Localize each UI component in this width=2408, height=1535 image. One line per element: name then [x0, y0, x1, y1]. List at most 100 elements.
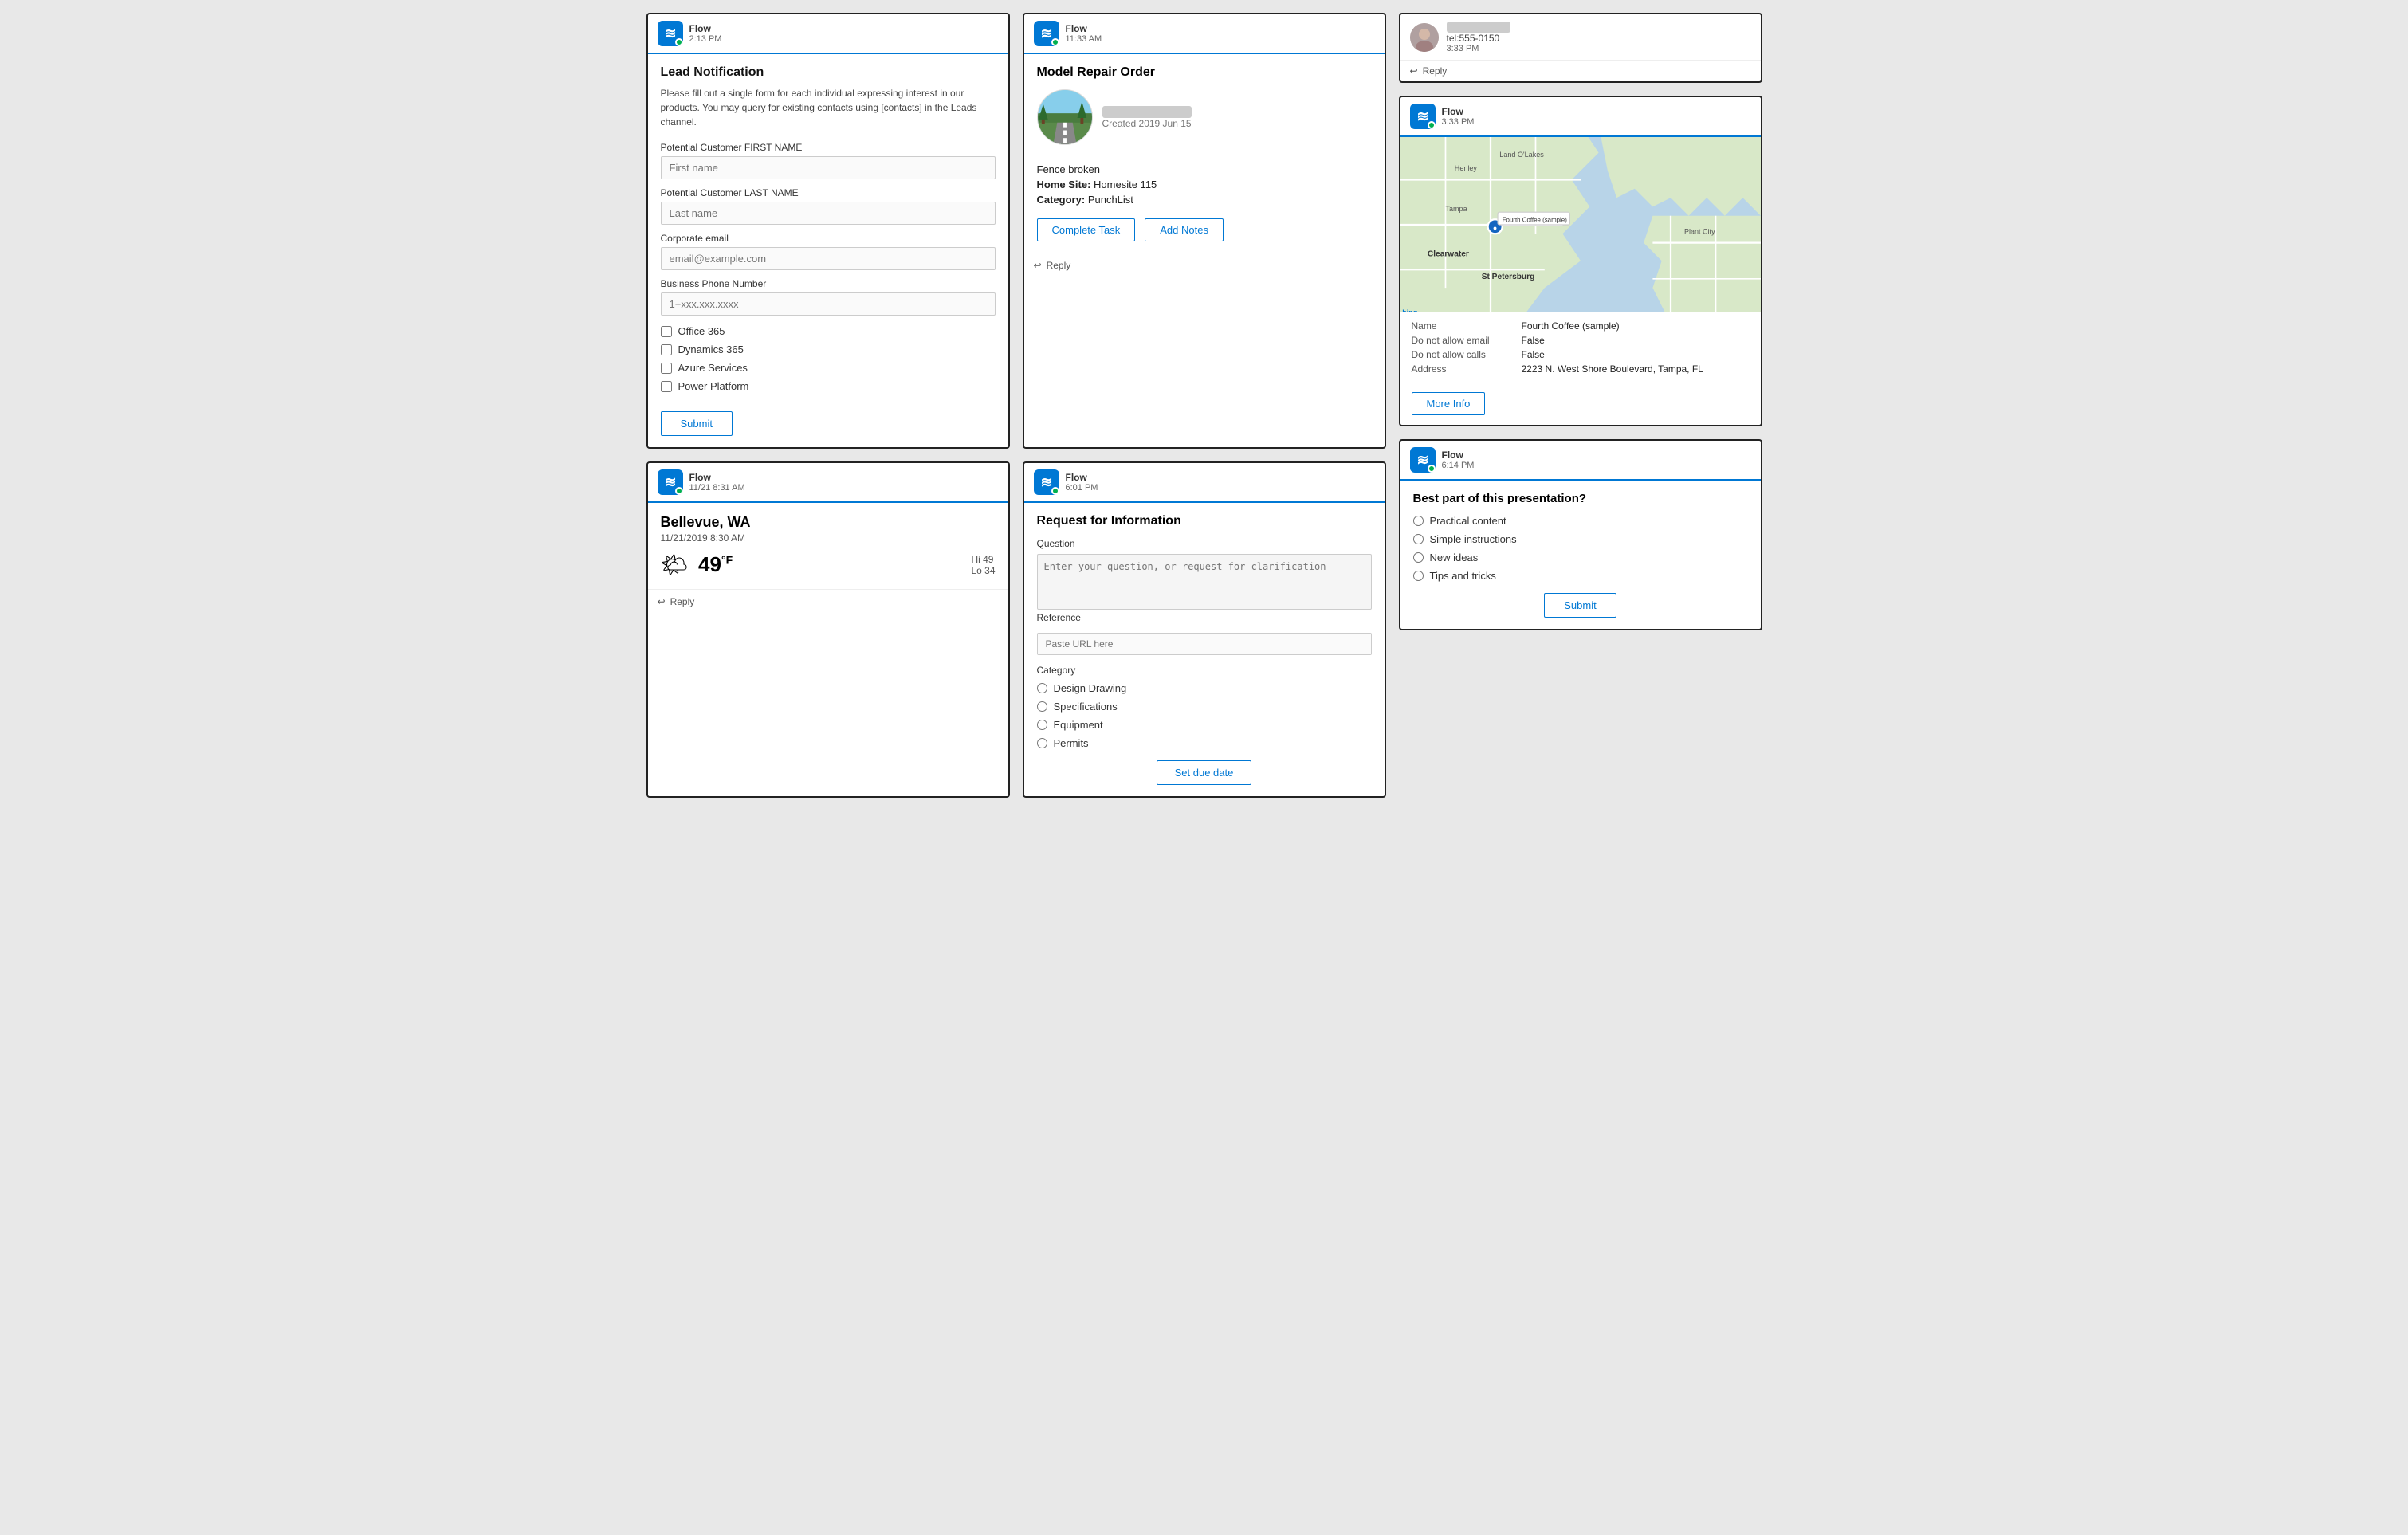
office365-checkbox[interactable]	[661, 326, 672, 337]
dynamics365-checkbox[interactable]	[661, 344, 672, 355]
lead-header: ≋ Flow 2:13 PM	[648, 14, 1008, 54]
survey-option-2[interactable]: Simple instructions	[1413, 533, 1748, 545]
last-name-label: Potential Customer LAST NAME	[661, 187, 996, 198]
repair-category: Category: PunchList	[1037, 194, 1372, 206]
powerplatform-checkbox[interactable]	[661, 381, 672, 392]
right-column: Hidden Name tel:555-0150 3:33 PM ↩ Reply…	[1399, 13, 1762, 798]
survey-radio-4[interactable]	[1413, 571, 1424, 581]
weather-flow-icon: ≋	[658, 469, 683, 495]
weather-card: ≋ Flow 11/21 8:31 AM Bellevue, WA 11/21/…	[646, 461, 1010, 798]
svg-text:Tampa: Tampa	[1445, 205, 1467, 213]
survey-radio-1[interactable]	[1413, 516, 1424, 526]
repair-homesite: Home Site: Homesite 115	[1037, 179, 1372, 190]
set-due-date-button[interactable]: Set due date	[1157, 760, 1252, 785]
rfi-radio-3[interactable]	[1037, 720, 1047, 730]
rfi-header: ≋ Flow 6:01 PM	[1024, 463, 1385, 503]
repair-homesite-value: Homesite 115	[1094, 179, 1157, 190]
svg-text:Fourth Coffee (sample): Fourth Coffee (sample)	[1502, 217, 1567, 224]
rfi-reference-input[interactable]	[1037, 633, 1372, 655]
azure-label: Azure Services	[678, 362, 748, 374]
repair-user-info: Megan Bowen Created 2019 Jun 15	[1102, 106, 1192, 129]
survey-time: 6:14 PM	[1442, 461, 1751, 470]
svg-text:St Petersburg: St Petersburg	[1481, 273, 1534, 281]
map-sender: Flow	[1442, 106, 1751, 117]
lead-time: 2:13 PM	[689, 34, 999, 44]
svg-text:bing: bing	[1402, 308, 1417, 312]
contact-reply-icon: ↩	[1410, 65, 1418, 77]
map-header: ≋ Flow 3:33 PM	[1400, 97, 1761, 137]
last-name-input[interactable]	[661, 202, 996, 225]
info-calls-key: Do not allow calls	[1412, 349, 1515, 360]
azure-checkbox[interactable]	[661, 363, 672, 374]
survey-submit-button[interactable]: Submit	[1544, 593, 1616, 618]
weather-hi: Hi 49	[971, 554, 995, 565]
weather-hilo: Hi 49 Lo 34	[971, 554, 995, 576]
survey-sender: Flow	[1442, 450, 1751, 461]
weather-main: 🌤 49°F Hi 49 Lo 34	[661, 552, 996, 578]
contact-avatar	[1410, 23, 1439, 52]
survey-option-4[interactable]: Tips and tricks	[1413, 570, 1748, 582]
weather-header: ≋ Flow 11/21 8:31 AM	[648, 463, 1008, 503]
lead-title: Lead Notification	[661, 65, 996, 80]
rfi-category-4[interactable]: Permits	[1037, 737, 1372, 749]
repair-header: ≋ Flow 11:33 AM	[1024, 14, 1385, 54]
complete-task-button[interactable]: Complete Task	[1037, 218, 1136, 241]
rfi-flow-icon: ≋	[1034, 469, 1059, 495]
more-info-button[interactable]: More Info	[1412, 392, 1486, 415]
rfi-radio-4[interactable]	[1037, 738, 1047, 748]
weather-lo: Lo 34	[971, 565, 995, 576]
rfi-title: Request for Information	[1037, 514, 1372, 528]
repair-issue: Fence broken	[1037, 163, 1372, 175]
svg-text:●: ●	[1492, 224, 1496, 232]
rfi-category-3[interactable]: Equipment	[1037, 719, 1372, 731]
svg-text:Land O'Lakes: Land O'Lakes	[1499, 151, 1544, 159]
repair-user-name: Megan Bowen	[1102, 106, 1192, 118]
contact-info: Hidden Name tel:555-0150 3:33 PM	[1447, 21, 1510, 53]
rfi-cat-label-3: Equipment	[1054, 719, 1103, 731]
powerplatform-label: Power Platform	[678, 380, 749, 392]
rfi-radio-1[interactable]	[1037, 683, 1047, 693]
lead-submit-button[interactable]: Submit	[661, 411, 733, 436]
checkbox-office365[interactable]: Office 365	[661, 325, 996, 337]
repair-homesite-label: Home Site:	[1037, 179, 1091, 190]
survey-radio-2[interactable]	[1413, 534, 1424, 544]
phone-input[interactable]	[661, 292, 996, 316]
repair-actions: Complete Task Add Notes	[1037, 218, 1372, 241]
dynamics-info-table: Name Fourth Coffee (sample) Do not allow…	[1400, 312, 1761, 386]
lead-header-info: Flow 2:13 PM	[689, 23, 999, 44]
survey-option-3[interactable]: New ideas	[1413, 552, 1748, 563]
repair-user-row: Megan Bowen Created 2019 Jun 15	[1037, 89, 1372, 145]
repair-category-label: Category:	[1037, 194, 1086, 206]
svg-text:≋: ≋	[664, 474, 676, 490]
repair-avatar	[1037, 89, 1093, 145]
phone-label: Business Phone Number	[661, 278, 996, 289]
weather-sender: Flow	[689, 472, 999, 483]
repair-time: 11:33 AM	[1066, 34, 1375, 44]
checkbox-azure[interactable]: Azure Services	[661, 362, 996, 374]
weather-reply-row: ↩ Reply	[648, 589, 1008, 614]
email-input[interactable]	[661, 247, 996, 270]
survey-radio-3[interactable]	[1413, 552, 1424, 563]
info-calls-val: False	[1522, 349, 1545, 360]
repair-reply-label: Reply	[1047, 260, 1071, 271]
lead-card: ≋ Flow 2:13 PM Lead Notification Please …	[646, 13, 1010, 449]
add-notes-button[interactable]: Add Notes	[1145, 218, 1224, 241]
survey-option-1[interactable]: Practical content	[1413, 515, 1748, 527]
contact-card: Hidden Name tel:555-0150 3:33 PM ↩ Reply	[1399, 13, 1762, 83]
repair-card: ≋ Flow 11:33 AM Model Repair Order	[1023, 13, 1386, 449]
rfi-question-input[interactable]	[1037, 554, 1372, 610]
rfi-category-1[interactable]: Design Drawing	[1037, 682, 1372, 694]
lead-sender: Flow	[689, 23, 999, 34]
contact-phone: tel:555-0150	[1447, 33, 1510, 44]
checkbox-dynamics365[interactable]: Dynamics 365	[661, 344, 996, 355]
rfi-category-2[interactable]: Specifications	[1037, 701, 1372, 713]
first-name-label: Potential Customer FIRST NAME	[661, 142, 996, 153]
weather-reply-label: Reply	[670, 596, 695, 607]
rfi-time: 6:01 PM	[1066, 483, 1375, 493]
weather-unit: °F	[721, 553, 733, 566]
rfi-radio-2[interactable]	[1037, 701, 1047, 712]
weather-body: Bellevue, WA 11/21/2019 8:30 AM 🌤 49°F H…	[648, 503, 1008, 589]
weather-icon: 🌤	[661, 552, 689, 578]
checkbox-powerplatform[interactable]: Power Platform	[661, 380, 996, 392]
first-name-input[interactable]	[661, 156, 996, 179]
